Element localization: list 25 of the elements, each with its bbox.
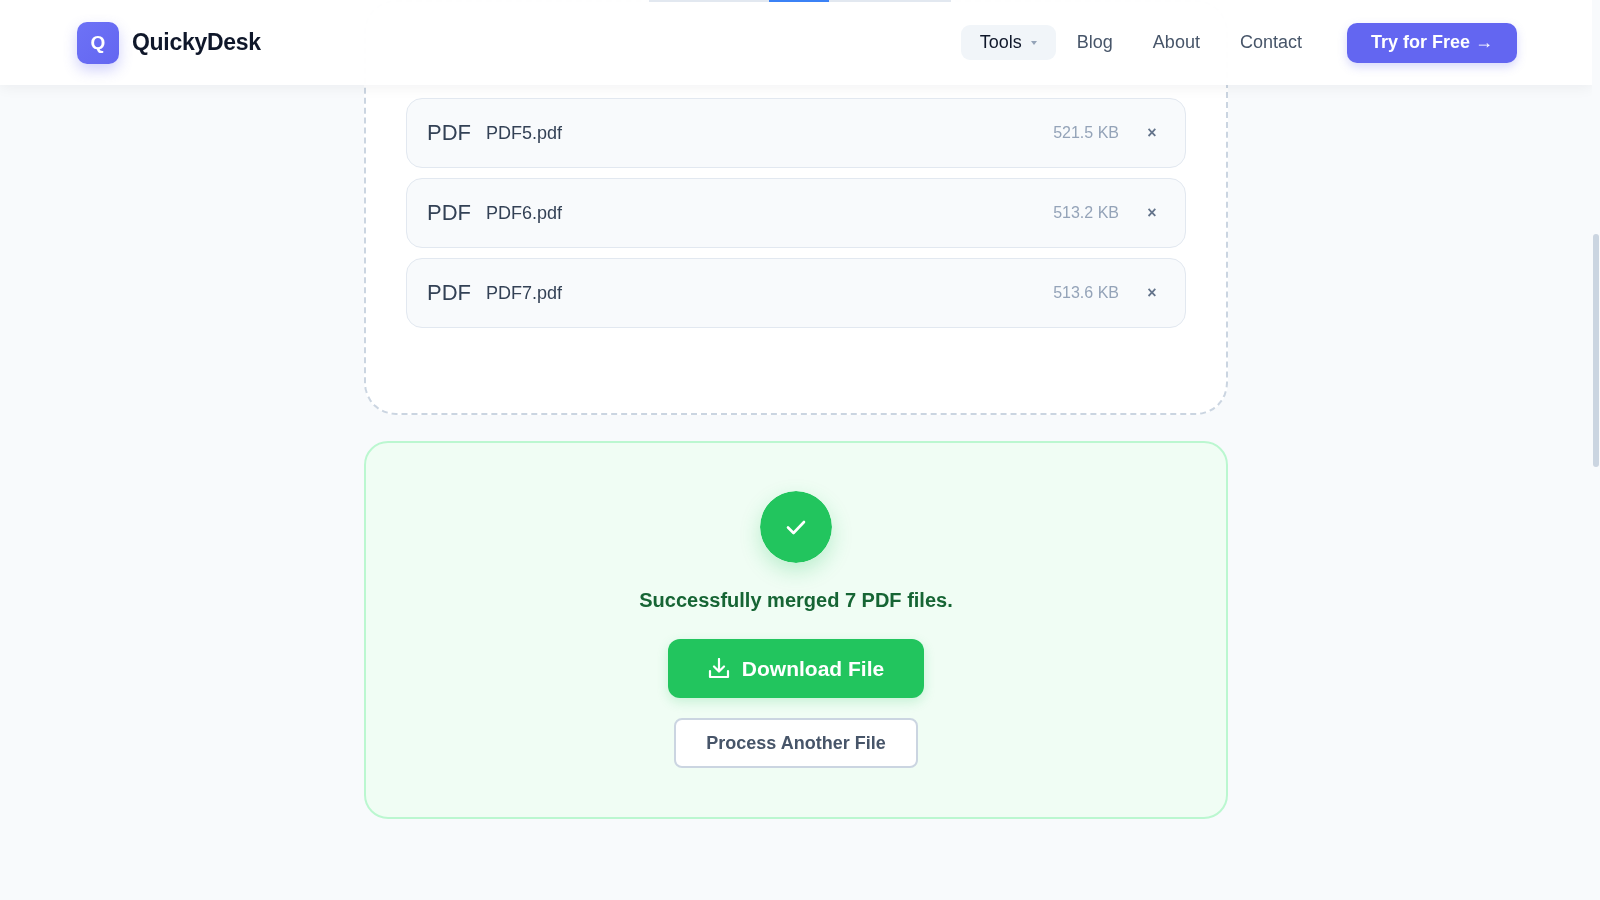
try-for-free-button[interactable]: Try for Free → bbox=[1346, 22, 1517, 63]
nav-link[interactable]: Contact bbox=[1220, 25, 1321, 60]
remove-file-button[interactable]: × bbox=[1139, 200, 1165, 226]
file-name: PDF6.pdf bbox=[486, 202, 563, 224]
caret-icon bbox=[1030, 40, 1037, 45]
file-type-label: PDF bbox=[427, 120, 471, 146]
result-message: Successfully merged 7 PDF files. bbox=[639, 588, 953, 613]
file-size: 513.6 KB bbox=[1053, 284, 1119, 302]
check-circle-icon bbox=[760, 491, 832, 563]
file-type-label: PDF bbox=[427, 280, 471, 306]
scrollbar-thumb[interactable] bbox=[1593, 234, 1599, 467]
file-size: 513.2 KB bbox=[1053, 204, 1119, 222]
remove-file-button[interactable]: × bbox=[1139, 280, 1165, 306]
brand-name[interactable]: QuickyDesk bbox=[132, 29, 261, 56]
file-type-label: PDF bbox=[427, 200, 471, 226]
file-name: PDF5.pdf bbox=[486, 122, 563, 144]
process-another-file-button[interactable]: Process Another File bbox=[674, 718, 918, 768]
remove-file-button[interactable]: × bbox=[1139, 120, 1165, 146]
file-name: PDF7.pdf bbox=[486, 282, 563, 304]
download-icon bbox=[707, 658, 730, 679]
nav-link[interactable]: Tools bbox=[960, 25, 1056, 60]
nav-link[interactable]: About bbox=[1133, 25, 1219, 60]
nav-link[interactable]: Blog bbox=[1057, 25, 1132, 60]
logo-mark[interactable]: Q bbox=[77, 21, 119, 64]
file-size: 521.5 KB bbox=[1053, 124, 1119, 142]
